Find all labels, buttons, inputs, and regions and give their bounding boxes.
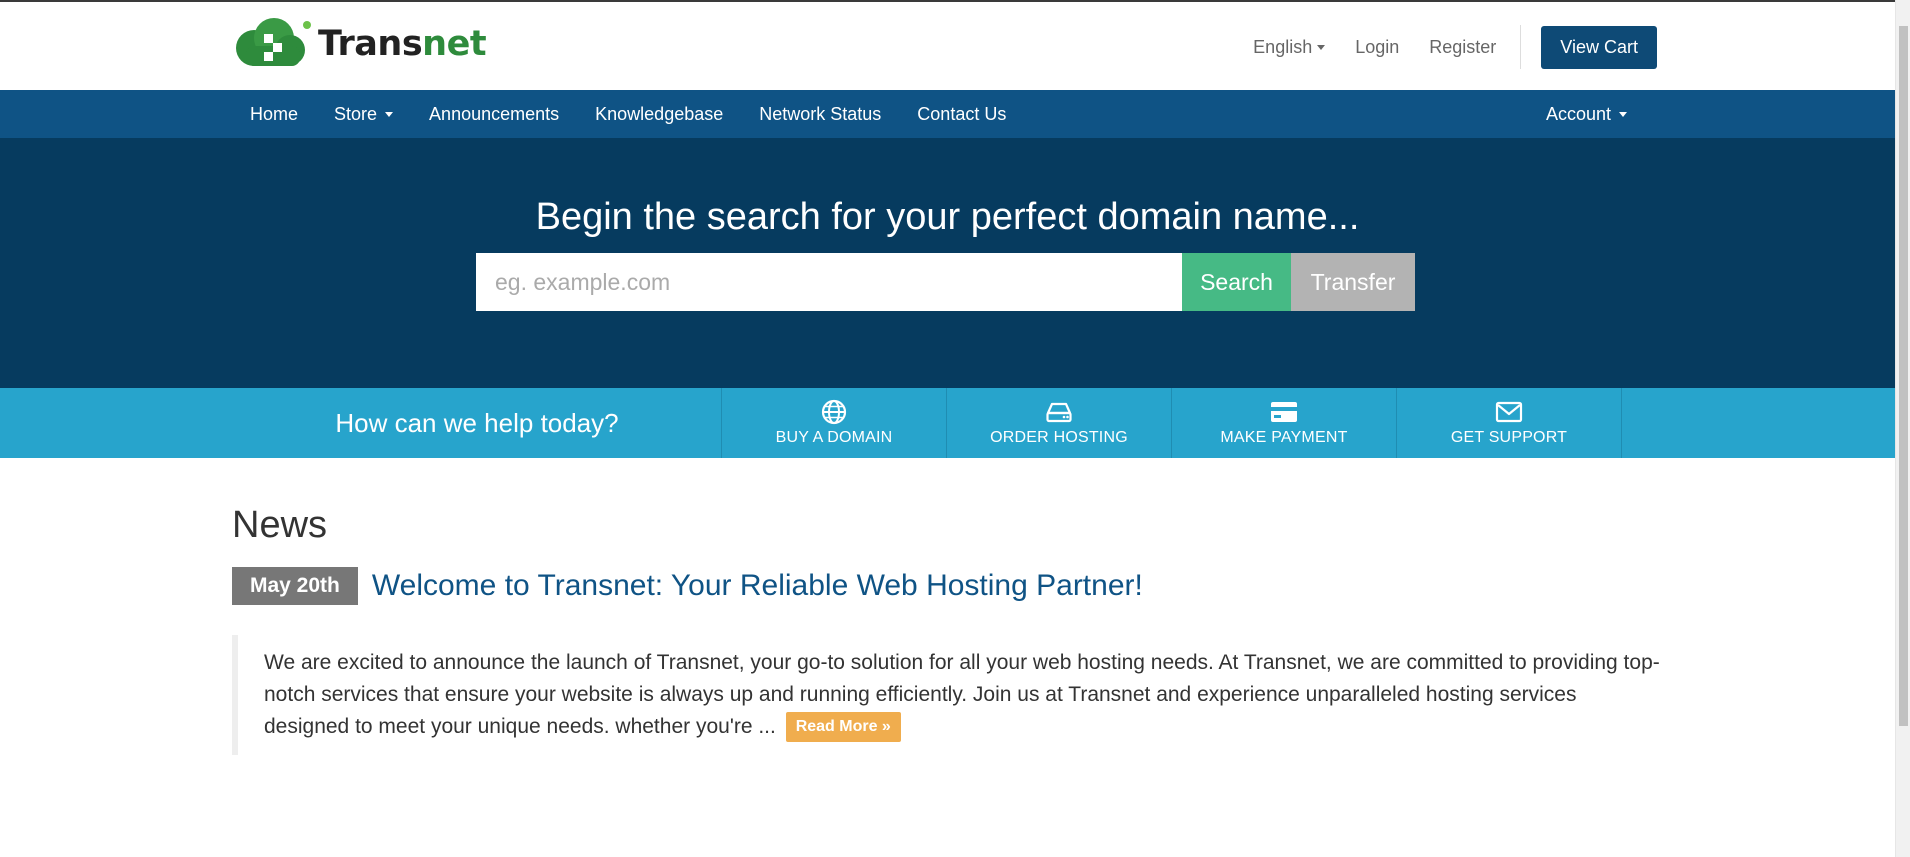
header-links: English Login Register View Cart [1223,25,1657,69]
globe-icon [821,399,847,425]
news-title-link[interactable]: Welcome to Transnet: Your Reliable Web H… [372,569,1143,603]
register-link[interactable]: Register [1429,37,1496,58]
view-cart-button[interactable]: View Cart [1541,25,1657,69]
nav-item-network-status[interactable]: Network Status [741,104,899,125]
news-excerpt: We are excited to announce the launch of… [232,635,1662,755]
server-icon [1046,402,1072,423]
brand-name-part2: net [422,24,487,64]
buy-domain-action[interactable]: BUY A DOMAIN [722,388,947,458]
help-actions: BUY A DOMAIN ORDER HOSTING MAKE PAYMENT [721,388,1622,458]
cloud-logo-icon [232,16,314,72]
nav-item-account[interactable]: Account [1528,104,1645,125]
transfer-button[interactable]: Transfer [1291,253,1415,311]
nav-item-knowledgebase[interactable]: Knowledgebase [577,104,741,125]
domain-search-form: Search Transfer [476,253,1415,311]
brand-name-part1: Trans [318,24,423,64]
nav-account: Account [1528,90,1645,138]
brand-name: Transnet [318,24,487,64]
caret-down-icon [385,112,394,118]
search-button[interactable]: Search [1182,253,1291,311]
order-hosting-action[interactable]: ORDER HOSTING [947,388,1172,458]
buy-domain-label: BUY A DOMAIN [775,429,893,446]
nav-item-store[interactable]: Store [316,104,411,125]
domain-search-hero: Begin the search for your perfect domain… [0,138,1895,388]
header-divider [1520,25,1522,69]
help-prompt: How can we help today? [335,408,619,438]
credit-card-icon [1271,402,1297,422]
news-heading: News [232,504,328,546]
news-item-header: May 20th Welcome to Transnet: Your Relia… [232,567,1662,605]
nav-item-home[interactable]: Home [232,104,316,125]
caret-down-icon [1317,45,1326,51]
envelope-icon [1495,401,1523,423]
order-hosting-label: ORDER HOSTING [990,429,1128,446]
hero-title: Begin the search for your perfect domain… [535,196,1360,238]
make-payment-action[interactable]: MAKE PAYMENT [1172,388,1397,458]
language-label: English [1253,36,1313,57]
caret-down-icon [1619,112,1627,118]
help-bar: How can we help today? BUY A DOMAIN ORDE… [0,388,1895,458]
nav-item-announcements[interactable]: Announcements [411,104,577,125]
vertical-scrollbar[interactable] [1895,0,1910,857]
news-date-badge: May 20th [232,567,358,605]
nav-item-account-label: Account [1545,103,1611,124]
news-excerpt-text: We are excited to announce the launch of… [264,651,1660,738]
get-support-action[interactable]: GET SUPPORT [1397,388,1622,458]
nav-item-store-label: Store [334,103,378,124]
nav-items: Home Store Announcements Knowledgebase N… [232,90,1024,138]
language-selector[interactable]: English [1253,36,1326,58]
news-section: News May 20th Welcome to Transnet: Your … [232,504,1662,755]
main-nav: Home Store Announcements Knowledgebase N… [0,90,1895,138]
get-support-label: GET SUPPORT [1450,429,1568,446]
make-payment-label: MAKE PAYMENT [1220,429,1348,446]
read-more-button[interactable]: Read More » [785,712,901,743]
site-header: Transnet English Login Register View Car… [0,2,1895,90]
scrollbar-thumb[interactable] [1899,26,1908,726]
logo[interactable]: Transnet [232,16,487,72]
login-link[interactable]: Login [1355,37,1399,58]
domain-search-input[interactable] [476,253,1182,311]
nav-item-contact-us[interactable]: Contact Us [899,104,1024,125]
page: Transnet English Login Register View Car… [0,2,1895,458]
